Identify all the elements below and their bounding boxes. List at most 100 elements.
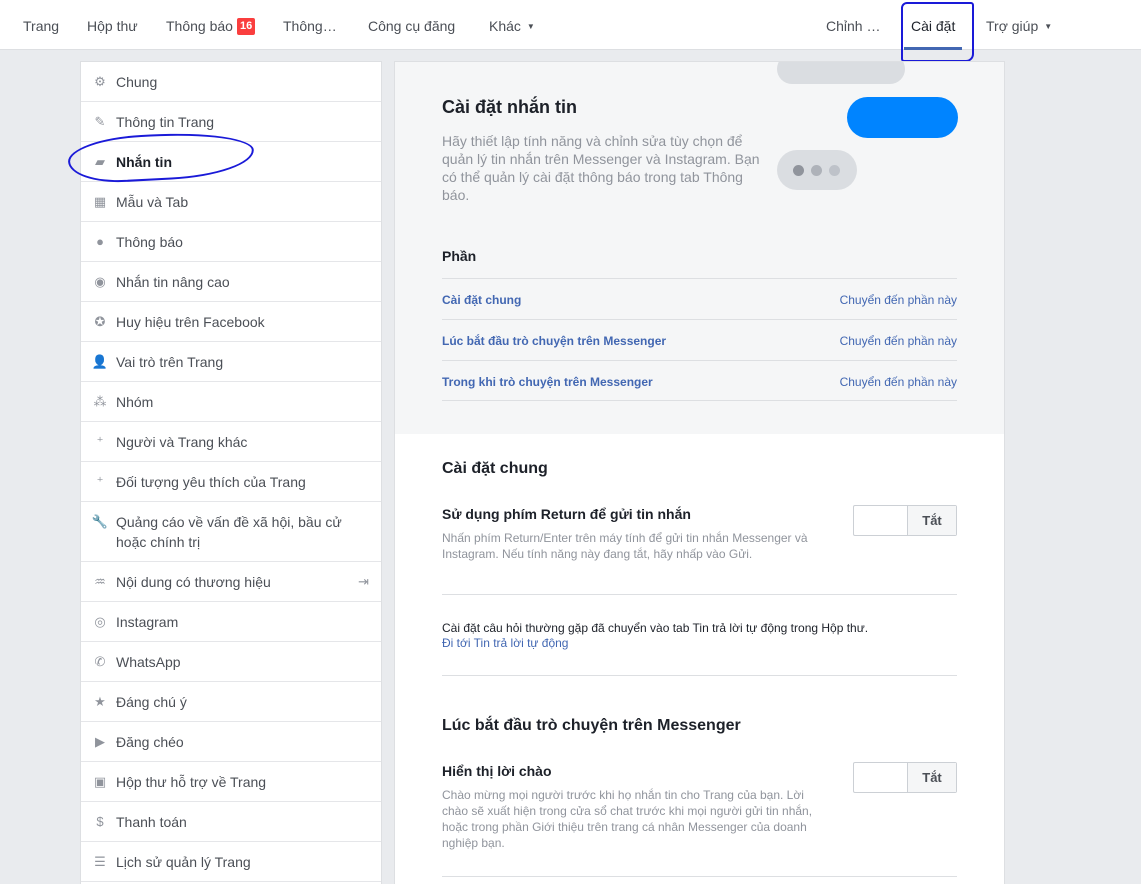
divider	[442, 594, 957, 595]
nav-help-label: Trợ giúp	[986, 18, 1039, 34]
nav-home[interactable]: Trang	[23, 0, 59, 50]
wrench-icon: 🔧	[91, 514, 109, 529]
sidebar-item-management-history[interactable]: ☰ Lịch sử quản lý Trang	[81, 842, 381, 882]
star-icon: ★	[94, 693, 106, 709]
sidebar-item-label: Nhóm	[116, 393, 154, 410]
nav-help[interactable]: Trợ giúp ▼	[986, 0, 1052, 50]
external-link-icon[interactable]: ⇥	[358, 574, 369, 590]
star-badge-icon: ✪	[94, 313, 106, 329]
sidebar-item-payments[interactable]: $ Thanh toán	[81, 802, 381, 842]
gear-icon: ⚙	[94, 73, 106, 89]
divider	[442, 876, 957, 877]
sidebar-item-label: Mẫu và Tab	[116, 193, 189, 210]
nav-inbox[interactable]: Hộp thư	[87, 0, 138, 50]
section-row: Cài đặt chung Chuyển đến phần này	[442, 278, 957, 319]
grid-icon: ▦	[93, 193, 107, 209]
page-title: Cài đặt nhắn tin	[442, 97, 577, 117]
nav-publishing-tools-label: Công cụ đăng	[368, 18, 456, 34]
sidebar-item-label: Huy hiệu trên Facebook	[116, 313, 265, 330]
sidebar-item-label: Thanh toán	[116, 813, 187, 830]
jump-to-section-link[interactable]: Chuyển đến phần này	[840, 375, 957, 389]
jump-to-section-link[interactable]: Chuyển đến phần này	[840, 293, 957, 307]
sidebar-item-label: WhatsApp	[116, 653, 181, 670]
sidebar-item-templates-tabs[interactable]: ▦ Mẫu và Tab	[81, 182, 381, 222]
typing-dot-icon	[793, 165, 804, 176]
sidebar-item-label: Hộp thư hỗ trợ về Trang	[116, 773, 267, 790]
person-icon: 👤	[91, 353, 109, 369]
sidebar-item-label: Thông báo	[116, 233, 183, 250]
section-link-during-conversation[interactable]: Trong khi trò chuyện trên Messenger	[442, 375, 653, 389]
sidebar-item-preferred-audience[interactable]: ⁺ Đối tượng yêu thích của Trang	[81, 462, 381, 502]
faq-moved-note: Cài đặt câu hỏi thường gặp đã chuyển vào…	[442, 621, 869, 635]
sidebar-item-label: Thông tin Trang	[116, 113, 215, 130]
illustration-bubble-gray	[777, 62, 905, 84]
sidebar-item-label: Quảng cáo về vấn đề xã hội, bầu cử hoặc …	[116, 514, 342, 550]
video-icon: ▶	[95, 733, 105, 749]
sidebar-item-label: Nhắn tin nâng cao	[116, 273, 230, 290]
group-icon: ⁂	[93, 393, 107, 409]
caret-down-icon: ▼	[526, 22, 535, 31]
sidebar-item-label: Đáng chú ý	[116, 693, 187, 710]
typing-dot-icon	[811, 165, 822, 176]
nav-notifications[interactable]: Thông báo 16	[166, 0, 256, 50]
settings-sidebar: ⚙ Chung ✎ Thông tin Trang ▰ Nhắn tin ▦ Mẫu v…	[80, 61, 382, 884]
sidebar-item-badges[interactable]: ✪ Huy hiệu trên Facebook	[81, 302, 381, 342]
page-description: Hãy thiết lập tính năng và chỉnh sửa tùy…	[442, 133, 760, 203]
toggle-off-label: Tắt	[907, 763, 956, 792]
sidebar-item-label: Nội dung có thương hiệu	[116, 573, 271, 590]
toggle-off-label: Tắt	[907, 506, 956, 535]
sidebar-item-featured[interactable]: ★ Đáng chú ý	[81, 682, 381, 722]
nav-home-label: Trang	[23, 18, 60, 34]
divider	[442, 400, 957, 401]
nav-notifications-label: Thông báo	[166, 18, 233, 34]
nav-edit-label: Chỉnh …	[826, 18, 881, 34]
sidebar-item-label: Người và Trang khác	[116, 433, 248, 450]
globe-icon: ●	[96, 234, 104, 249]
sidebar-item-advanced-messaging[interactable]: ◉ Nhắn tin nâng cao	[81, 262, 381, 302]
sidebar-item-political-ads[interactable]: 🔧 Quảng cáo về vấn đề xã hội, bầu cử hoặc…	[81, 502, 381, 562]
auto-reply-link[interactable]: Đi tới Tin trả lời tự động	[442, 636, 568, 650]
return-key-option-title: Sử dụng phím Return để gửi tin nhắn	[442, 506, 691, 522]
dollar-icon: $	[96, 814, 104, 829]
greeting-option-title: Hiển thị lời chào	[442, 763, 552, 779]
jump-to-section-link[interactable]: Chuyển đến phần này	[840, 334, 957, 348]
return-key-toggle[interactable]: Tắt	[853, 505, 957, 536]
return-key-option-description: Nhấn phím Return/Enter trên máy tính để …	[442, 531, 808, 561]
start-conversation-heading: Lúc bắt đầu trò chuyện trên Messenger	[442, 717, 741, 734]
facebook-icon: ▣	[93, 773, 107, 789]
caret-down-icon: ▼	[1044, 22, 1053, 31]
sidebar-item-instagram[interactable]: ◎ Instagram	[81, 602, 381, 642]
sidebar-item-page-roles[interactable]: 👤 Vai trò trên Trang	[81, 342, 381, 382]
greeting-toggle[interactable]: Tắt	[853, 762, 957, 793]
messenger-icon: ◉	[94, 273, 106, 289]
illustration-bubble-blue	[847, 97, 958, 138]
nav-edit[interactable]: Chỉnh …	[826, 0, 880, 50]
nav-more-label: Khác	[489, 18, 521, 34]
sidebar-item-label: Instagram	[116, 613, 179, 630]
sidebar-item-label: Đăng chéo	[116, 733, 184, 750]
sidebar-item-notifications[interactable]: ● Thông báo	[81, 222, 381, 262]
section-row: Trong khi trò chuyện trên Messenger Chuy…	[442, 360, 957, 401]
sidebar-item-label: Đối tượng yêu thích của Trang	[116, 473, 306, 490]
nav-insights-label: Thông…	[283, 18, 337, 34]
sidebar-item-crossposting[interactable]: ▶ Đăng chéo	[81, 722, 381, 762]
whatsapp-icon: ✆	[94, 653, 106, 669]
nav-insights[interactable]: Thông…	[283, 0, 337, 50]
annotation-box	[901, 2, 974, 62]
greeting-option-description: Chào mừng mọi người trước khi họ nhắn ti…	[442, 788, 813, 850]
sidebar-item-people-pages[interactable]: ⁺ Người và Trang khác	[81, 422, 381, 462]
sections-label: Phần	[442, 248, 477, 264]
sidebar-item-general[interactable]: ⚙ Chung	[81, 62, 381, 102]
sidebar-item-whatsapp[interactable]: ✆ WhatsApp	[81, 642, 381, 682]
list-icon: ☰	[94, 853, 106, 869]
notification-count-badge: 16	[236, 18, 256, 35]
hero-section: Cài đặt nhắn tin Hãy thiết lập tính năng…	[395, 62, 1004, 434]
sidebar-item-page-support-inbox[interactable]: ▣ Hộp thư hỗ trợ về Trang	[81, 762, 381, 802]
divider	[442, 675, 957, 676]
sidebar-item-branded-content[interactable]: ♒ Nội dung có thương hiệu ⇥	[81, 562, 381, 602]
nav-more[interactable]: Khác ▼	[489, 0, 535, 50]
nav-publishing-tools[interactable]: Công cụ đăng	[368, 0, 455, 50]
sidebar-item-groups[interactable]: ⁂ Nhóm	[81, 382, 381, 422]
section-link-general[interactable]: Cài đặt chung	[442, 293, 521, 307]
section-link-start-conversation[interactable]: Lúc bắt đầu trò chuyện trên Messenger	[442, 334, 666, 348]
